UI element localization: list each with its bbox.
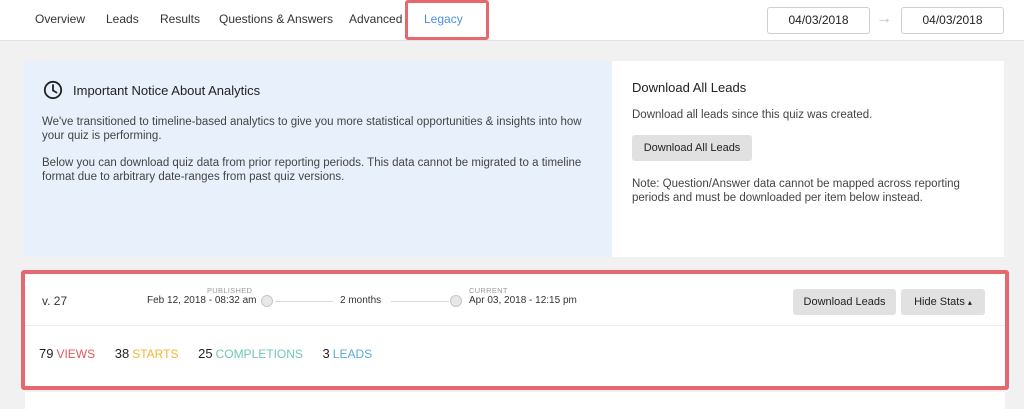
tab-leads[interactable]: Leads	[106, 12, 139, 26]
notice-title: Important Notice About Analytics	[73, 83, 261, 98]
clock-icon	[43, 80, 63, 100]
next-panel-edge	[25, 392, 1005, 409]
download-all-note: Note: Question/Answer data cannot be map…	[632, 178, 960, 204]
version-highlight	[21, 270, 1009, 390]
analytics-notice: Important Notice About Analytics We've t…	[24, 61, 612, 257]
legacy-tab-highlight	[405, 0, 489, 40]
download-all-leads-button[interactable]: Download All Leads	[632, 135, 752, 161]
top-nav: Overview Leads Results Questions & Answe…	[0, 0, 1024, 41]
notice-paragraph-2: Below you can download quiz data from pr…	[42, 157, 582, 183]
start-date-field[interactable]: 04/03/2018	[767, 7, 870, 34]
download-all-subtitle: Download all leads since this quiz was c…	[632, 109, 873, 121]
tab-overview[interactable]: Overview	[35, 12, 85, 26]
notice-paragraph-1: We've transitioned to timeline-based ana…	[42, 116, 582, 142]
end-date-field[interactable]: 04/03/2018	[901, 7, 1004, 34]
download-all-leads-card: Download All Leads Download all leads si…	[612, 61, 1004, 257]
arrow-right-icon: →	[876, 10, 892, 27]
tab-advanced[interactable]: Advanced	[349, 12, 402, 26]
tab-results[interactable]: Results	[160, 12, 200, 26]
download-all-title: Download All Leads	[632, 80, 747, 95]
tab-questions-answers[interactable]: Questions & Answers	[219, 12, 333, 26]
